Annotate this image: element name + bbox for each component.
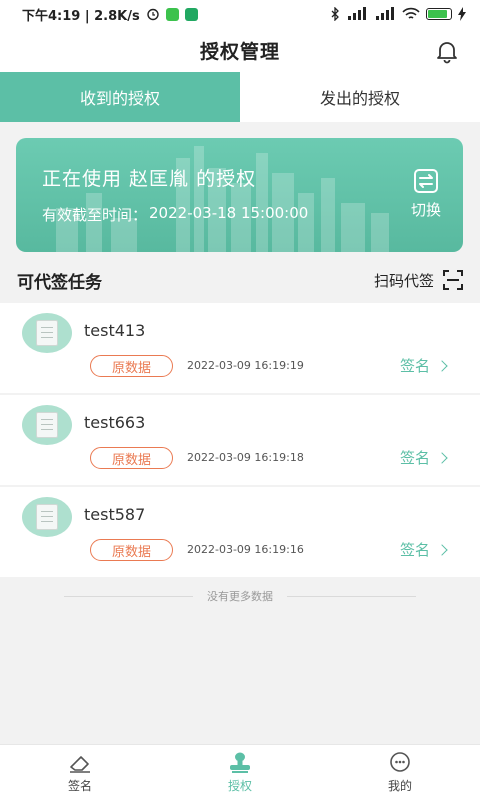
- list-end-divider: 没有更多数据: [64, 588, 416, 604]
- signal-icon: [348, 7, 366, 20]
- bottom-nav: 签名 授权 我的: [0, 744, 480, 800]
- scan-icon: [443, 270, 463, 290]
- expiry-value: 2022-03-18 15:00:00: [149, 204, 309, 222]
- nav-label-mine: 我的: [387, 779, 412, 793]
- document-avatar: [22, 497, 72, 537]
- page-title: 授权管理: [199, 40, 280, 63]
- app-notify-icon: [165, 7, 179, 21]
- signal-icon: [376, 7, 394, 20]
- sign-label: 签名: [399, 449, 430, 467]
- status-left: 下午4:19 | 2.8K/s: [22, 5, 198, 24]
- task-time: 2022-03-09 16:19:19: [187, 359, 304, 372]
- task-name: test663: [84, 413, 146, 432]
- sign-button[interactable]: 签名: [399, 539, 448, 560]
- list-item[interactable]: test587 原数据 2022-03-09 16:19:16 签名: [0, 487, 480, 577]
- sign-button[interactable]: 签名: [399, 355, 448, 376]
- nav-item-sign[interactable]: 签名: [0, 745, 160, 800]
- switch-authorization-button[interactable]: 切换: [403, 168, 449, 224]
- document-icon: [36, 320, 58, 346]
- sign-label: 签名: [399, 357, 430, 375]
- nav-item-mine[interactable]: 我的: [320, 745, 480, 800]
- authorization-banner: 正在使用 赵匡胤 的授权 有效截至时间： 2022-03-18 15:00:00…: [16, 138, 463, 252]
- list-item[interactable]: test663 原数据 2022-03-09 16:19:18 签名: [0, 395, 480, 485]
- screen: 下午4:19 | 2.8K/s 授权管理 收到的授权 发出的授权 正在使用 赵匡…: [0, 0, 480, 800]
- chevron-right-icon: [436, 543, 448, 556]
- status-badge: 原数据: [90, 355, 173, 377]
- status-badge: 原数据: [90, 447, 173, 469]
- scan-label: 扫码代签: [373, 271, 434, 290]
- tab-received[interactable]: 收到的授权: [0, 72, 240, 122]
- document-avatar: [22, 313, 72, 353]
- tab-bar: 收到的授权 发出的授权: [0, 72, 480, 122]
- task-name: test587: [84, 505, 146, 524]
- nav-label-authorize: 授权: [227, 779, 252, 793]
- alarm-icon: [147, 8, 159, 21]
- bluetooth-icon: [331, 7, 339, 21]
- list-item[interactable]: test413 原数据 2022-03-09 16:19:19 签名: [0, 303, 480, 393]
- switch-icon: [414, 169, 438, 193]
- bell-icon[interactable]: [434, 38, 460, 64]
- switch-label: 切换: [410, 201, 441, 219]
- app-notify-icon: [184, 7, 198, 21]
- expiry-label: 有效截至时间：: [42, 206, 148, 224]
- status-right: [330, 7, 466, 21]
- scan-sign-button[interactable]: 扫码代签: [374, 269, 464, 291]
- document-avatar: [22, 405, 72, 445]
- task-time: 2022-03-09 16:19:18: [187, 451, 304, 464]
- sign-label: 签名: [399, 541, 430, 559]
- section-title: 可代签任务: [17, 272, 102, 293]
- nav-item-authorize[interactable]: 授权: [160, 745, 320, 800]
- task-name: test413: [84, 321, 146, 340]
- eraser-icon: [70, 756, 90, 773]
- document-icon: [36, 412, 58, 438]
- chevron-right-icon: [436, 359, 448, 372]
- section-header: 可代签任务 扫码代签: [0, 258, 480, 302]
- charging-icon: [458, 7, 466, 21]
- app-header: 授权管理: [0, 28, 480, 72]
- user-chat-icon: [390, 752, 410, 772]
- status-bar: 下午4:19 | 2.8K/s: [0, 0, 480, 28]
- sign-button[interactable]: 签名: [399, 447, 448, 468]
- list-end-text: 没有更多数据: [207, 590, 273, 603]
- wifi-icon: [402, 7, 420, 19]
- authorization-title: 正在使用 赵匡胤 的授权: [42, 168, 257, 190]
- expiry-line: 有效截至时间： 2022-03-18 15:00:00: [42, 204, 308, 225]
- status-badge: 原数据: [90, 539, 173, 561]
- tab-issued[interactable]: 发出的授权: [240, 72, 480, 122]
- status-time-speed: 下午4:19 | 2.8K/s: [22, 8, 140, 24]
- stamp-icon: [230, 752, 250, 773]
- battery-icon: [426, 8, 452, 20]
- nav-label-sign: 签名: [67, 779, 92, 793]
- task-list: test413 原数据 2022-03-09 16:19:19 签名 test6…: [0, 303, 480, 579]
- chevron-right-icon: [436, 451, 448, 464]
- battery-fill: [428, 10, 448, 18]
- skyline-illustration: [56, 146, 389, 252]
- task-time: 2022-03-09 16:19:16: [187, 543, 304, 556]
- document-icon: [36, 504, 58, 530]
